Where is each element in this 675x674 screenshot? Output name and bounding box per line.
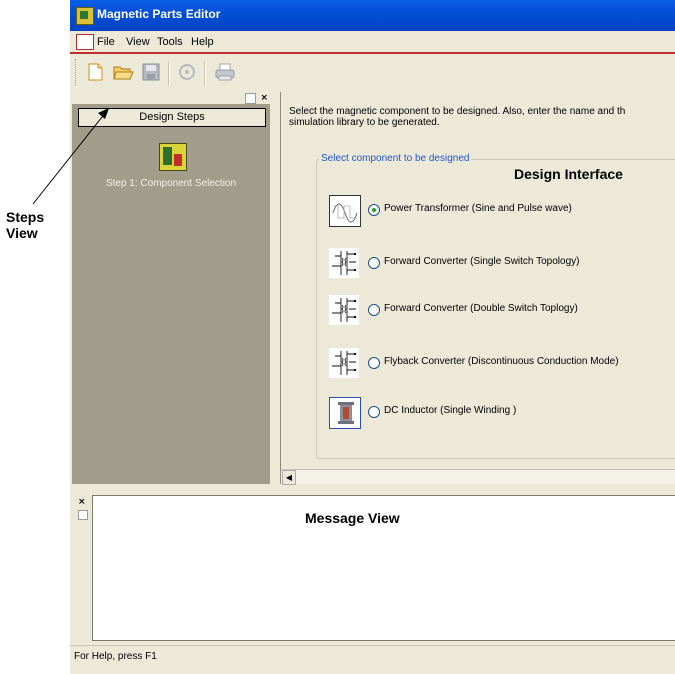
- option-label[interactable]: Flyback Converter (Discontinuous Conduct…: [384, 356, 619, 367]
- steps-panel: × Design Steps Step 1: Component Selecti…: [72, 92, 270, 484]
- steps-view-annotation: Steps View: [6, 209, 44, 241]
- menu-file[interactable]: File: [97, 36, 115, 48]
- circuit-icon: [329, 348, 359, 378]
- scroll-left-icon[interactable]: ◀: [282, 470, 296, 485]
- radio-button[interactable]: [368, 257, 380, 269]
- horizontal-scrollbar[interactable]: ◀: [281, 469, 675, 485]
- pin-icon[interactable]: [78, 510, 88, 520]
- circuit-icon: [329, 295, 359, 325]
- inductor-icon: [329, 397, 361, 429]
- menu-view[interactable]: View: [126, 36, 150, 48]
- message-view-annotation: Message View: [305, 510, 400, 526]
- app-window: Magnetic Parts Editor File View Tools He…: [70, 0, 675, 674]
- instructions-line2: simulation library to be generated.: [289, 117, 440, 128]
- print-icon[interactable]: [214, 61, 236, 83]
- app-icon: [76, 7, 94, 25]
- close-icon[interactable]: ×: [260, 93, 268, 103]
- toolbar: [70, 55, 260, 91]
- radio-button[interactable]: [368, 204, 380, 216]
- document-icon: [76, 34, 94, 50]
- instructions-line1: Select the magnetic component to be desi…: [289, 106, 626, 117]
- circuit-icon: [329, 248, 359, 278]
- save-icon[interactable]: [140, 61, 162, 83]
- toolbar-grip[interactable]: [75, 59, 79, 85]
- radio-button[interactable]: [368, 406, 380, 418]
- message-view-panel: × Message View: [72, 488, 675, 641]
- pin-icon[interactable]: [245, 93, 256, 104]
- option-dc-inductor[interactable]: DC Inductor (Single Winding ): [329, 397, 675, 431]
- radio-button[interactable]: [368, 304, 380, 316]
- step-label[interactable]: Step 1: Component Selection: [72, 178, 270, 189]
- design-interface-panel: Select the magnetic component to be desi…: [280, 92, 675, 485]
- status-bar: For Help, press F1: [70, 645, 675, 666]
- option-label[interactable]: Forward Converter (Double Switch Toplogy…: [384, 303, 578, 314]
- window-title: Magnetic Parts Editor: [97, 7, 221, 21]
- option-forward-double[interactable]: Forward Converter (Double Switch Toplogy…: [329, 295, 675, 329]
- toolbar-separator: [204, 61, 206, 85]
- menu-help[interactable]: Help: [191, 36, 214, 48]
- refresh-icon[interactable]: [176, 61, 198, 83]
- option-label[interactable]: Forward Converter (Single Switch Topolog…: [384, 256, 579, 267]
- steps-view-annotation-line2: View: [6, 225, 38, 241]
- instructions-text: Select the magnetic component to be desi…: [289, 106, 675, 128]
- steps-view-annotation-line1: Steps: [6, 209, 45, 225]
- title-bar: Magnetic Parts Editor: [70, 0, 675, 31]
- option-forward-single[interactable]: Forward Converter (Single Switch Topolog…: [329, 248, 675, 282]
- design-steps-button[interactable]: Design Steps: [78, 108, 266, 127]
- sine-wave-icon: [329, 195, 361, 227]
- radio-button[interactable]: [368, 357, 380, 369]
- option-label[interactable]: DC Inductor (Single Winding ): [384, 405, 516, 416]
- option-label[interactable]: Power Transformer (Sine and Pulse wave): [384, 203, 572, 214]
- menu-bar: File View Tools Help: [70, 32, 675, 54]
- status-text: For Help, press F1: [74, 651, 157, 662]
- new-icon[interactable]: [84, 61, 106, 83]
- option-power-transformer[interactable]: Power Transformer (Sine and Pulse wave): [329, 195, 675, 229]
- close-icon[interactable]: ×: [78, 497, 86, 507]
- group-label: Select component to be designed: [319, 153, 472, 164]
- toolbar-separator: [168, 61, 170, 85]
- menu-tools[interactable]: Tools: [157, 36, 183, 48]
- open-icon[interactable]: [112, 61, 134, 83]
- steps-panel-header: ×: [72, 92, 270, 104]
- design-interface-annotation: Design Interface: [514, 166, 623, 182]
- option-flyback[interactable]: Flyback Converter (Discontinuous Conduct…: [329, 348, 675, 382]
- component-selection-icon[interactable]: [159, 143, 187, 171]
